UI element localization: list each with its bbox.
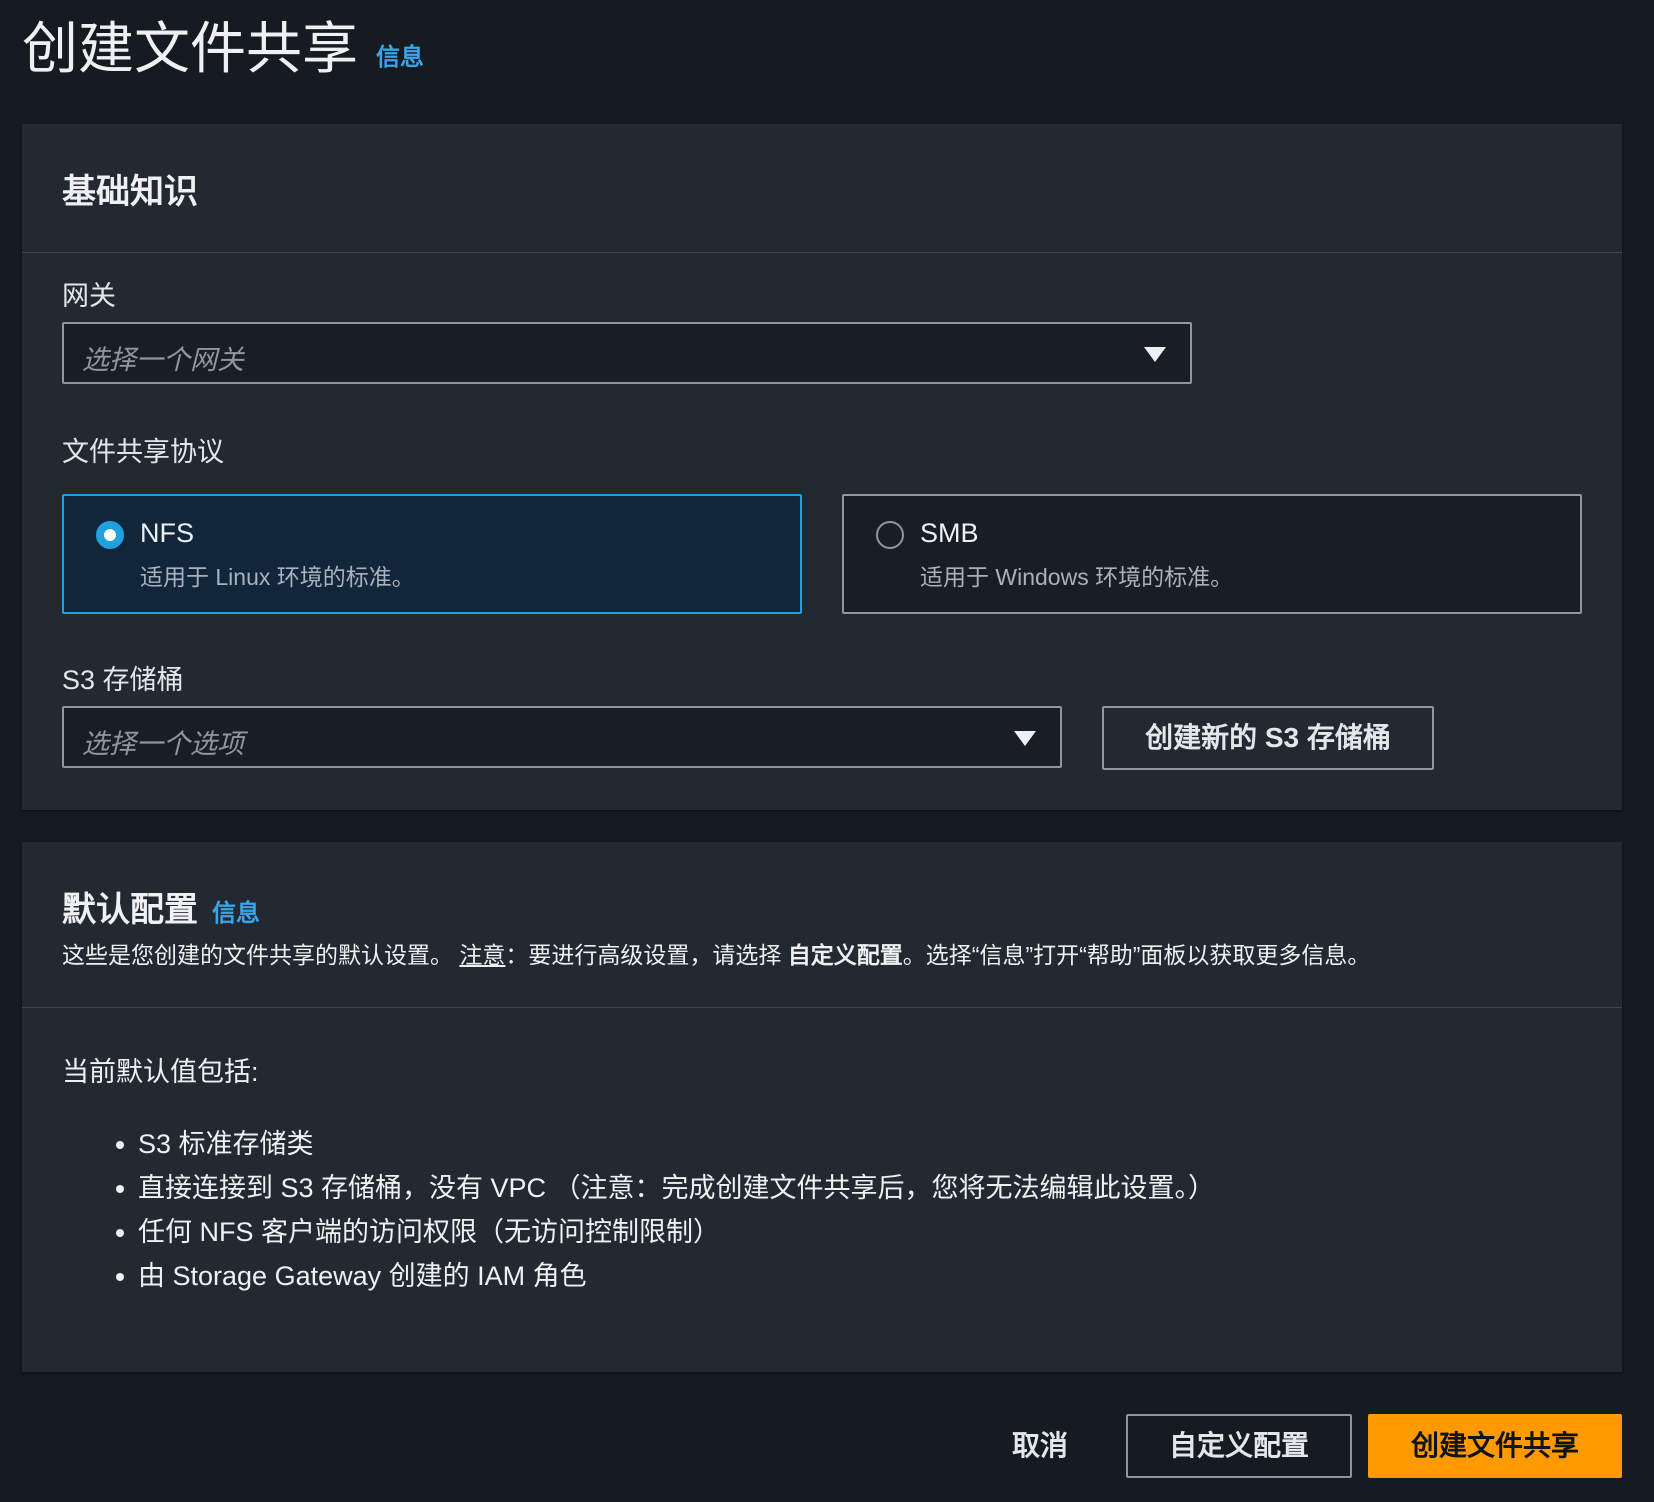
radio-unselected-icon — [876, 521, 904, 549]
protocol-option-nfs-description: 适用于 Linux 环境的标准。 — [140, 564, 415, 590]
radio-selected-icon — [96, 521, 124, 549]
page-info-link[interactable]: 信息 — [376, 37, 424, 72]
caret-down-icon — [1144, 347, 1166, 362]
gateway-label: 网关 — [62, 281, 116, 311]
bucket-select-placeholder: 选择一个选项 — [82, 729, 244, 759]
protocol-option-smb[interactable]: SMB 适用于 Windows 环境的标准。 — [842, 494, 1582, 614]
list-item: 直接连接到 S3 存储桶，没有 VPC （注意：完成创建文件共享后，您将无法编辑… — [116, 1166, 1215, 1210]
gateway-select-placeholder: 选择一个网关 — [82, 345, 244, 375]
defaults-description-start: 这些是您创建的文件共享的默认设置。 — [62, 942, 453, 968]
bucket-label: S3 存储桶 — [62, 665, 184, 695]
page-title: 创建文件共享 — [22, 17, 358, 80]
defaults-description: 这些是您创建的文件共享的默认设置。 注意：要进行高级设置，请选择 自定义配置。选… — [62, 936, 1370, 970]
cancel-button[interactable]: 取消 — [980, 1414, 1100, 1478]
list-item: S3 标准存储类 — [116, 1122, 1215, 1166]
defaults-description-end: 。选择“信息”打开“帮助”面板以获取更多信息。 — [902, 942, 1371, 968]
defaults-note-link[interactable]: 注意 — [459, 942, 505, 968]
bucket-select[interactable]: 选择一个选项 — [62, 706, 1062, 768]
basics-card-title: 基础知识 — [62, 173, 198, 211]
create-file-share-button[interactable]: 创建文件共享 — [1368, 1414, 1622, 1478]
defaults-description-mid: ：要进行高级设置，请选择 — [505, 942, 782, 968]
defaults-card-title-text: 默认配置 — [62, 891, 198, 929]
defaults-info-link[interactable]: 信息 — [212, 893, 260, 928]
basics-card: 基础知识 网关 选择一个网关 文件共享协议 NFS 适用于 Linux 环境的标… — [22, 124, 1622, 810]
defaults-description-bold: 自定义配置 — [787, 942, 903, 968]
customize-button[interactable]: 自定义配置 — [1126, 1414, 1352, 1478]
gateway-select[interactable]: 选择一个网关 — [62, 322, 1192, 384]
protocol-option-nfs[interactable]: NFS 适用于 Linux 环境的标准。 — [62, 494, 802, 614]
basics-card-header: 基础知识 — [22, 124, 1622, 253]
protocol-option-nfs-title: NFS — [140, 518, 194, 548]
protocol-label: 文件共享协议 — [62, 437, 224, 467]
defaults-card-title: 默认配置 信息 — [62, 882, 260, 931]
defaults-intro: 当前默认值包括: — [62, 1057, 259, 1087]
create-bucket-button[interactable]: 创建新的 S3 存储桶 — [1102, 706, 1434, 770]
page-header: 创建文件共享 信息 — [22, 14, 424, 84]
defaults-card-header: 默认配置 信息 这些是您创建的文件共享的默认设置。 注意：要进行高级设置，请选择… — [22, 842, 1622, 1008]
list-item: 由 Storage Gateway 创建的 IAM 角色 — [116, 1254, 1215, 1298]
defaults-list: S3 标准存储类 直接连接到 S3 存储桶，没有 VPC （注意：完成创建文件共… — [116, 1122, 1215, 1298]
protocol-option-smb-description: 适用于 Windows 环境的标准。 — [920, 564, 1234, 590]
caret-down-icon — [1014, 731, 1036, 746]
defaults-card: 默认配置 信息 这些是您创建的文件共享的默认设置。 注意：要进行高级设置，请选择… — [22, 842, 1622, 1372]
protocol-option-smb-title: SMB — [920, 518, 979, 548]
list-item: 任何 NFS 客户端的访问权限（无访问控制限制） — [116, 1210, 1215, 1254]
